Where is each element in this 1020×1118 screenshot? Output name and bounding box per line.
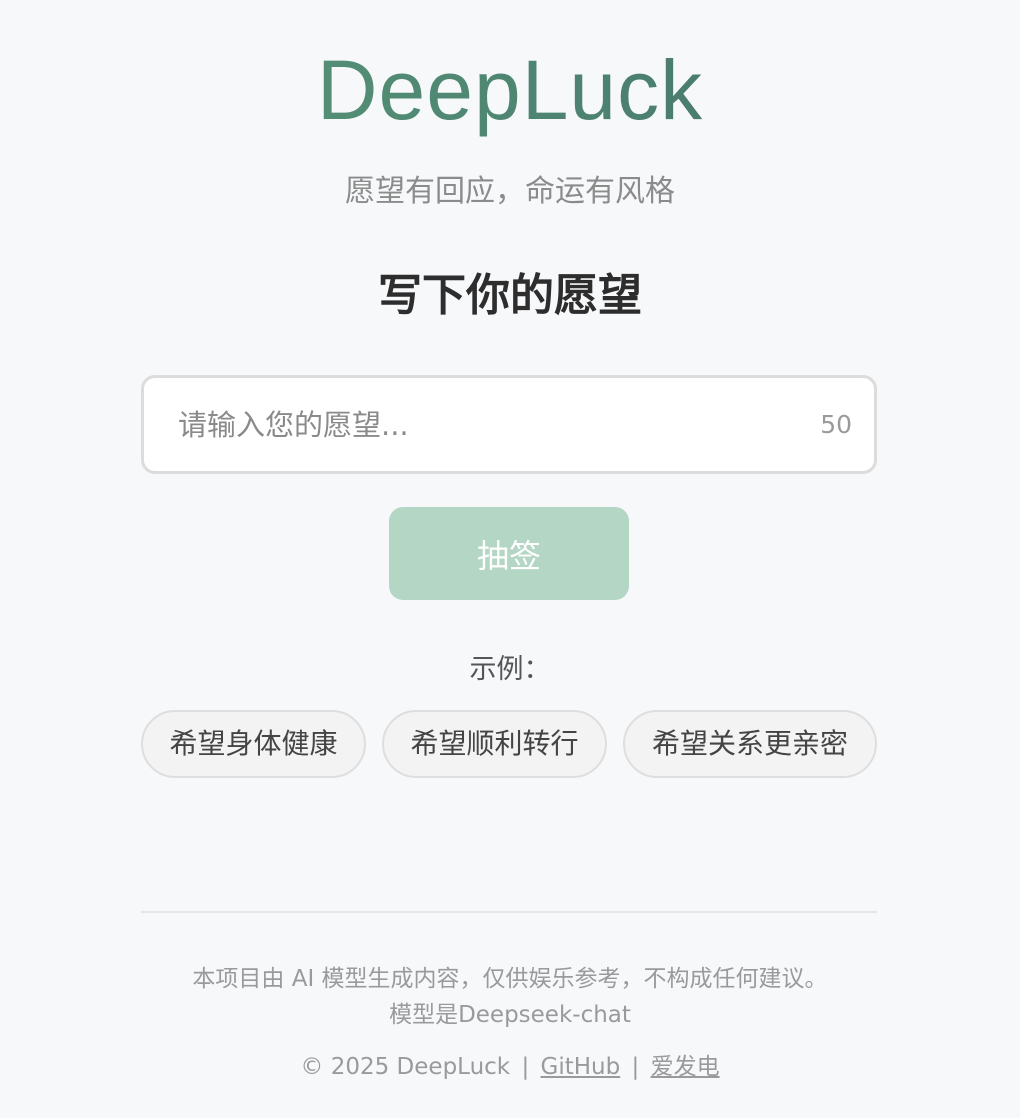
page: DeepLuck 愿望有回应，命运有风格 写下你的愿望 50 抽签 示例： 希望… bbox=[0, 0, 1020, 1118]
form-heading: 写下你的愿望 bbox=[378, 270, 642, 321]
wish-input[interactable] bbox=[178, 378, 798, 471]
app-logo: DeepLuck bbox=[0, 40, 1020, 140]
examples-label: 示例： bbox=[469, 654, 551, 685]
draw-lot-button[interactable]: 抽签 bbox=[389, 507, 629, 600]
author-link[interactable]: 爱发电 bbox=[651, 1054, 720, 1080]
example-chip[interactable]: 希望关系更亲密 bbox=[623, 710, 877, 778]
footer-separator: | bbox=[631, 1054, 640, 1080]
footer-divider bbox=[141, 911, 877, 913]
char-count: 50 bbox=[820, 410, 852, 439]
github-link[interactable]: GitHub bbox=[541, 1054, 621, 1080]
footer-links: © 2025 DeepLuck | GitHub | 爱发电 bbox=[0, 1050, 1020, 1084]
disclaimer-text: 本项目由 AI 模型生成内容，仅供娱乐参考，不构成任何建议。 bbox=[192, 966, 828, 992]
example-chip[interactable]: 希望身体健康 bbox=[141, 710, 366, 778]
example-chip[interactable]: 希望顺利转行 bbox=[382, 710, 607, 778]
tagline: 愿望有回应，命运有风格 bbox=[345, 174, 675, 209]
footer-separator: | bbox=[521, 1054, 530, 1080]
wish-input-container: 50 bbox=[141, 375, 877, 474]
copyright-text: © 2025 DeepLuck bbox=[300, 1054, 511, 1080]
model-note: 模型是Deepseek-chat bbox=[389, 1002, 631, 1028]
